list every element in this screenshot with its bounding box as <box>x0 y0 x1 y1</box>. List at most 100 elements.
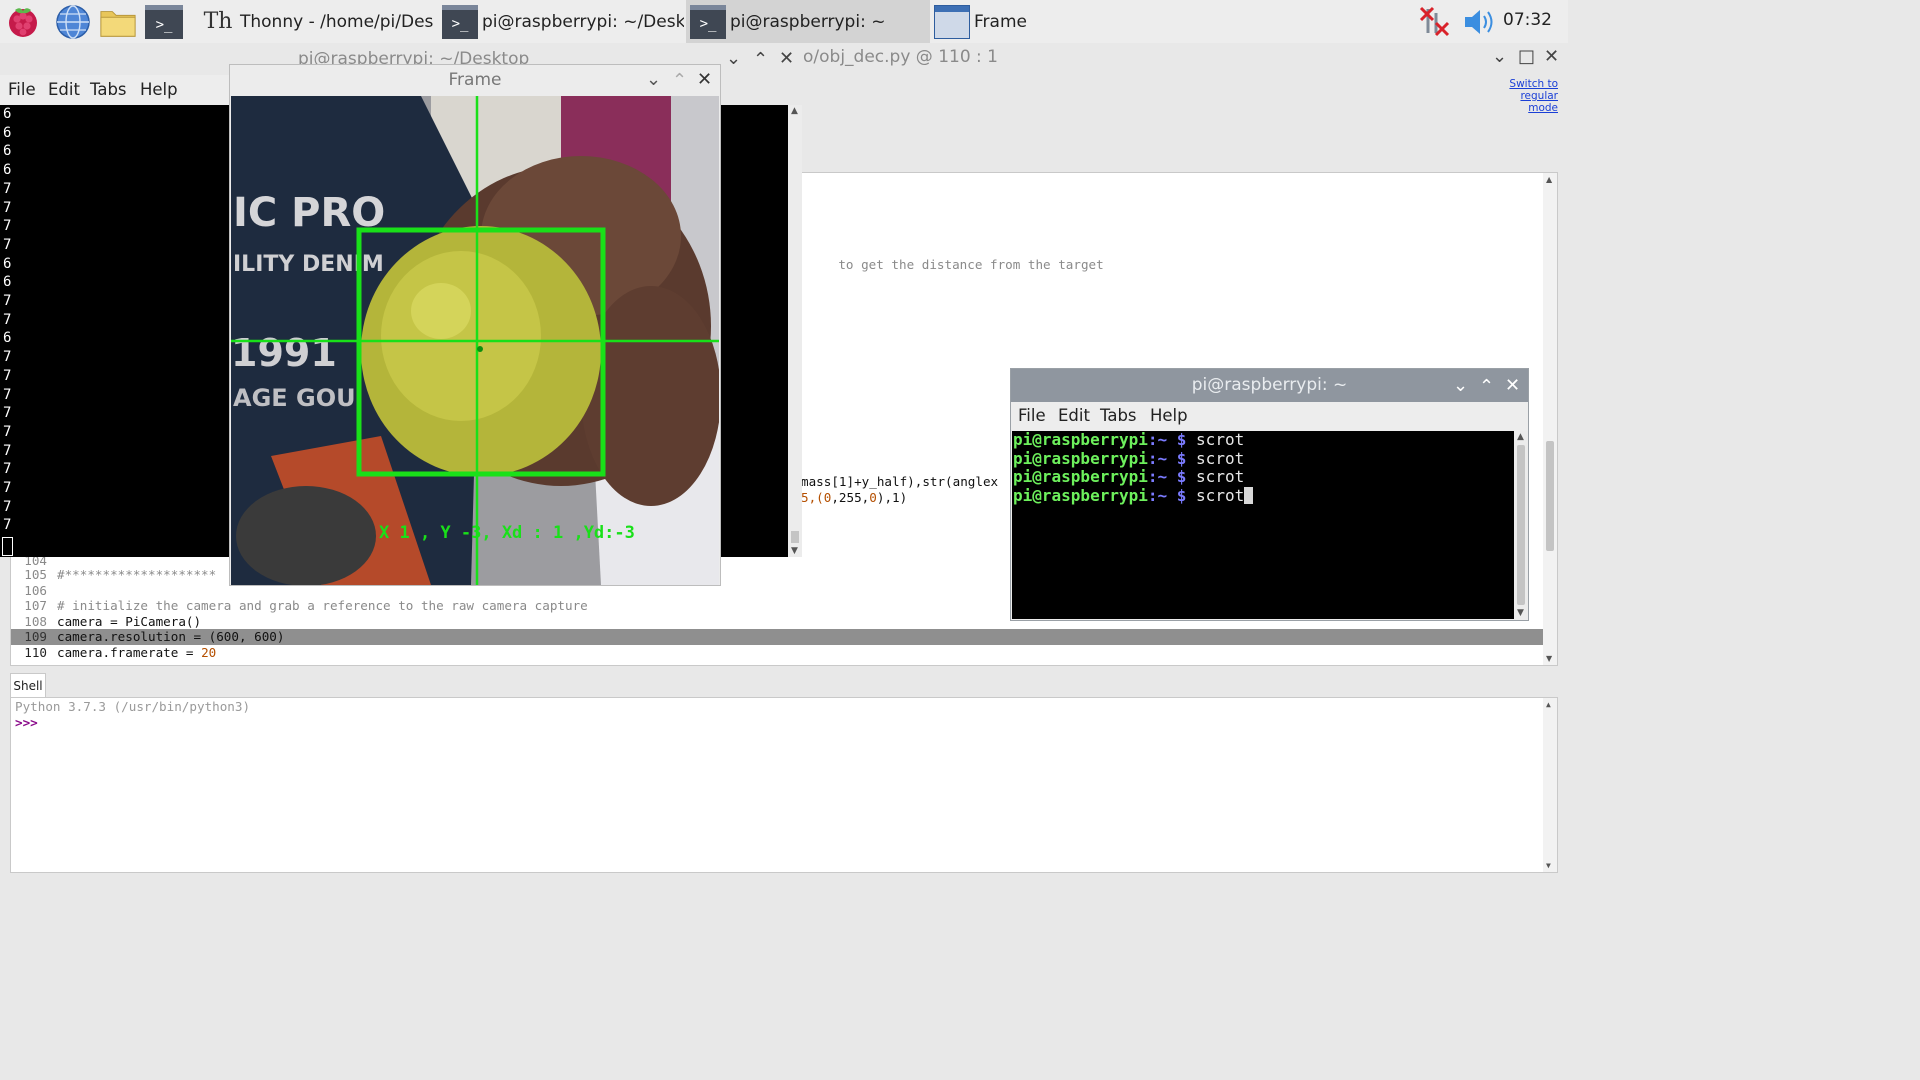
terminal1-line: 7 <box>3 480 12 497</box>
thonny-icon: Th <box>203 9 233 34</box>
terminal2-window: pi@raspberrypi: ~ ⌄ ⌃ ✕ File Edit Tabs H… <box>1010 368 1529 621</box>
menu-edit[interactable]: Edit <box>48 80 80 99</box>
terminal-launcher-icon[interactable]: >_ <box>145 3 183 41</box>
terminal-line: pi@raspberrypi:~ $ scrot <box>1013 430 1245 449</box>
terminal1-menubar: File Edit Tabs Help <box>0 75 230 105</box>
terminal-cursor <box>1244 487 1254 505</box>
menu-help[interactable]: Help <box>1150 406 1188 425</box>
frame-overlay-text: X 1 , Y -3, Xd : 1 ,Yd:-3 <box>379 523 635 543</box>
camera-image: IC PRO ILITY DENIM 1991 AGE GOU X 1 , Y … <box>231 96 719 585</box>
terminal2-menubar: File Edit Tabs Help <box>1011 402 1528 431</box>
switch-mode-line: mode <box>1528 102 1558 114</box>
terminal2-title: pi@raspberrypi: ~ <box>1191 375 1348 395</box>
terminal1-line: 7 <box>3 442 12 459</box>
terminal-icon: >_ <box>690 4 726 39</box>
switch-to-regular-mode-link[interactable]: Switch to regular mode <box>1488 78 1558 114</box>
terminal1-line: 6 <box>3 274 12 291</box>
menu-file[interactable]: File <box>8 80 36 99</box>
terminal2-output[interactable]: pi@raspberrypi:~ $ scrot pi@raspberrypi:… <box>1012 430 1514 619</box>
frame-window: Frame ⌄ ⌃ ✕ IC PRO ILITY DENIM 1991 AGE … <box>229 64 721 586</box>
maximize-icon[interactable]: ⌃ <box>672 66 687 96</box>
switch-mode-line: Switch to <box>1509 78 1558 90</box>
task-terminal-home[interactable]: >_ pi@raspberrypi: ~ <box>686 0 930 43</box>
terminal1-line: 7 <box>3 423 12 440</box>
terminal1-line: 7 <box>3 367 12 384</box>
terminal1-line: 7 <box>3 236 12 253</box>
terminal-icon: >_ <box>442 4 478 39</box>
close-icon[interactable]: ✕ <box>779 48 794 69</box>
terminal1-line: 6 <box>3 143 12 160</box>
shell-scrollbar[interactable]: ▲ ▼ <box>1543 698 1557 872</box>
terminal1-cursor <box>2 537 13 556</box>
terminal1-line: 7 <box>3 199 12 216</box>
terminal-line: pi@raspberrypi:~ $ scrot <box>1013 448 1245 468</box>
terminal1-line: 7 <box>3 386 12 403</box>
terminal1-line: 7 <box>3 517 12 534</box>
web-browser-icon[interactable] <box>54 3 92 41</box>
file-manager-icon[interactable] <box>99 3 137 41</box>
menu-tabs[interactable]: Tabs <box>1100 406 1137 425</box>
close-icon[interactable]: ✕ <box>1544 46 1559 67</box>
python-shell[interactable]: Python 3.7.3 (/usr/bin/python3) >>> ▲ ▼ <box>10 697 1558 873</box>
code-fragment: 5,(0,255,0),1) <box>801 490 908 505</box>
maximize-icon[interactable]: ⌃ <box>753 49 768 70</box>
close-icon[interactable]: ✕ <box>1505 369 1520 402</box>
task-thonny-label: Thonny - /home/pi/Des... <box>240 11 434 32</box>
menu-help[interactable]: Help <box>140 80 178 99</box>
task-terminal-home-label: pi@raspberrypi: ~ <box>730 11 886 32</box>
terminal-line: pi@raspberrypi:~ $ scrot <box>1013 467 1245 487</box>
terminal1-line: 7 <box>3 180 12 197</box>
terminal1-scrollbar[interactable]: ▲ ▼ <box>788 105 802 557</box>
menu-file[interactable]: File <box>1018 406 1046 425</box>
svg-text:AGE GOU: AGE GOU <box>233 384 356 412</box>
task-terminal-desktop-label: pi@raspberrypi: ~/Deskt... <box>482 11 684 32</box>
tab-shell[interactable]: Shell <box>10 673 46 697</box>
terminal1-line: 6 <box>3 255 12 272</box>
code-fragment: mass[1]+y_half),str(anglex <box>801 474 999 489</box>
switch-mode-line: regular <box>1520 90 1558 102</box>
network-disconnected-icon[interactable] <box>1418 5 1452 43</box>
terminal1-line: 6 <box>3 162 12 179</box>
shell-prompt: >>> <box>15 715 38 730</box>
terminal1-line: 7 <box>3 349 12 366</box>
terminal1-lines: 66667777667767777777777 <box>3 105 11 535</box>
menu-tabs[interactable]: Tabs <box>90 80 127 99</box>
window-icon <box>934 4 970 39</box>
thonny-title: o/obj_dec.py @ 110 : 1 <box>803 47 999 67</box>
close-icon[interactable]: ✕ <box>697 65 712 95</box>
terminal1-line: 7 <box>3 311 12 328</box>
terminal2-scrollbar[interactable]: ▲ ▼ <box>1514 431 1528 619</box>
camera-frame: IC PRO ILITY DENIM 1991 AGE GOU X 1 , Y … <box>231 96 719 585</box>
terminal2-titlebar[interactable]: pi@raspberrypi: ~ ⌄ ⌃ ✕ <box>1011 369 1528 402</box>
terminal1-line: 7 <box>3 461 12 478</box>
maximize-icon[interactable]: ⌃ <box>1479 370 1494 403</box>
maximize-icon[interactable]: □ <box>1518 46 1535 67</box>
task-thonny[interactable]: Th Thonny - /home/pi/Des... <box>196 0 434 43</box>
terminal1-line: 7 <box>3 293 12 310</box>
editor-scrollbar[interactable]: ▲ ▼ <box>1543 173 1557 665</box>
task-terminal-desktop[interactable]: >_ pi@raspberrypi: ~/Deskt... <box>438 0 684 43</box>
svg-text:1991: 1991 <box>231 331 337 375</box>
minimize-icon[interactable]: ⌄ <box>726 48 741 69</box>
minimize-icon[interactable]: ⌄ <box>1492 46 1507 67</box>
terminal1-line: 7 <box>3 498 12 515</box>
terminal-line: pi@raspberrypi:~ $ scrot <box>1013 486 1514 506</box>
terminal1-line: 6 <box>3 330 12 347</box>
minimize-icon[interactable]: ⌄ <box>1453 369 1468 402</box>
task-frame-label: Frame <box>974 11 1027 32</box>
menu-edit[interactable]: Edit <box>1058 406 1090 425</box>
raspberry-menu-icon[interactable] <box>4 3 42 41</box>
terminal1-line: 6 <box>3 124 12 141</box>
terminal1-line: 7 <box>3 218 12 235</box>
terminal1-line: 7 <box>3 405 12 422</box>
shell-banner: Python 3.7.3 (/usr/bin/python3) <box>15 699 251 714</box>
code-line-current: 109 camera.resolution = (600, 600) <box>11 629 1545 645</box>
code-line: 110 camera.framerate = 20 <box>24 645 217 660</box>
task-frame[interactable]: Frame <box>930 0 1176 43</box>
frame-titlebar[interactable]: Frame ⌄ ⌃ ✕ <box>230 65 720 95</box>
clock[interactable]: 07:32 <box>1503 10 1552 30</box>
terminal1-line: 6 <box>3 106 12 122</box>
minimize-icon[interactable]: ⌄ <box>646 65 661 95</box>
volume-icon[interactable] <box>1462 6 1498 42</box>
taskbar: >_ Th Thonny - /home/pi/Des... >_ pi@ras… <box>0 0 1568 43</box>
